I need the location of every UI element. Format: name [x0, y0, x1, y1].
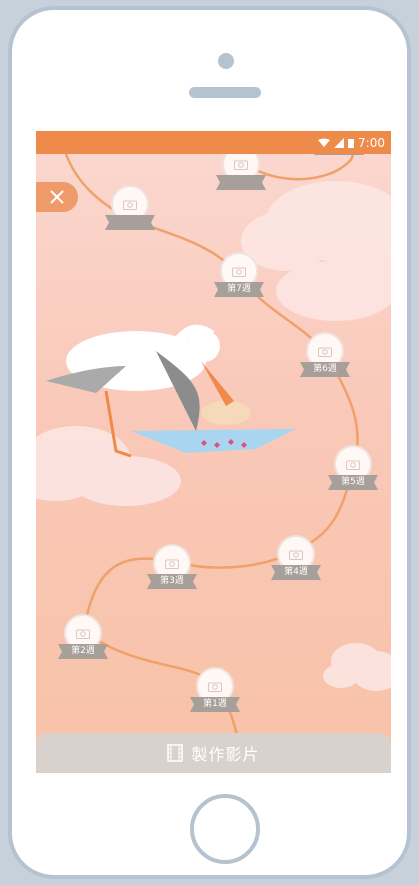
signal-icon: [334, 137, 345, 148]
week-label: [216, 175, 266, 190]
week-label: 第5週: [341, 477, 365, 487]
week-node-6[interactable]: 第6週: [300, 332, 350, 392]
camera-icon: [234, 160, 248, 170]
week-label: 第7週: [227, 284, 251, 294]
camera-icon: [165, 559, 179, 569]
film-icon: [167, 744, 184, 762]
make-video-button[interactable]: 製作影片: [36, 733, 391, 773]
camera-icon: [76, 629, 90, 639]
week-label: 第1週: [203, 699, 227, 709]
camera-icon: [346, 460, 360, 470]
make-video-label: 製作影片: [191, 745, 260, 764]
week-node[interactable]: [105, 185, 155, 245]
stork-legs: [104, 390, 132, 458]
week-label: 第6週: [313, 364, 337, 374]
camera-icon: [289, 550, 303, 560]
camera-icon: [208, 682, 222, 692]
week-node-2[interactable]: 第2週: [58, 614, 108, 674]
camera-icon: [318, 347, 332, 357]
week-label: 第4週: [284, 567, 308, 577]
week-node[interactable]: [216, 145, 266, 205]
status-time: 7:00: [358, 135, 385, 150]
app-screen: 7:00 第7週 第6週 第5週 第4週 第3週 第2週 第1週 製作影片: [36, 131, 391, 773]
home-button[interactable]: [190, 794, 260, 864]
status-bar: 7:00: [36, 131, 391, 154]
wifi-icon: [318, 138, 331, 147]
battery-icon: [348, 138, 355, 148]
close-button[interactable]: [36, 182, 78, 212]
camera-icon: [123, 200, 137, 210]
stork-head: [188, 330, 220, 362]
week-node-4[interactable]: 第4週: [271, 535, 321, 595]
front-camera: [218, 53, 234, 69]
stork-beak: [201, 361, 234, 406]
week-node-3[interactable]: 第3週: [147, 544, 197, 604]
week-label: 第3週: [160, 576, 184, 586]
earpiece-speaker: [189, 87, 261, 98]
blanket: [131, 429, 296, 453]
week-node-7[interactable]: 第7週: [214, 252, 264, 312]
camera-icon: [232, 267, 246, 277]
week-label: 第2週: [71, 646, 95, 656]
close-icon: [50, 190, 64, 204]
week-node-5[interactable]: 第5週: [328, 445, 378, 505]
week-label: [105, 215, 155, 230]
week-node-1[interactable]: 第1週: [190, 667, 240, 727]
